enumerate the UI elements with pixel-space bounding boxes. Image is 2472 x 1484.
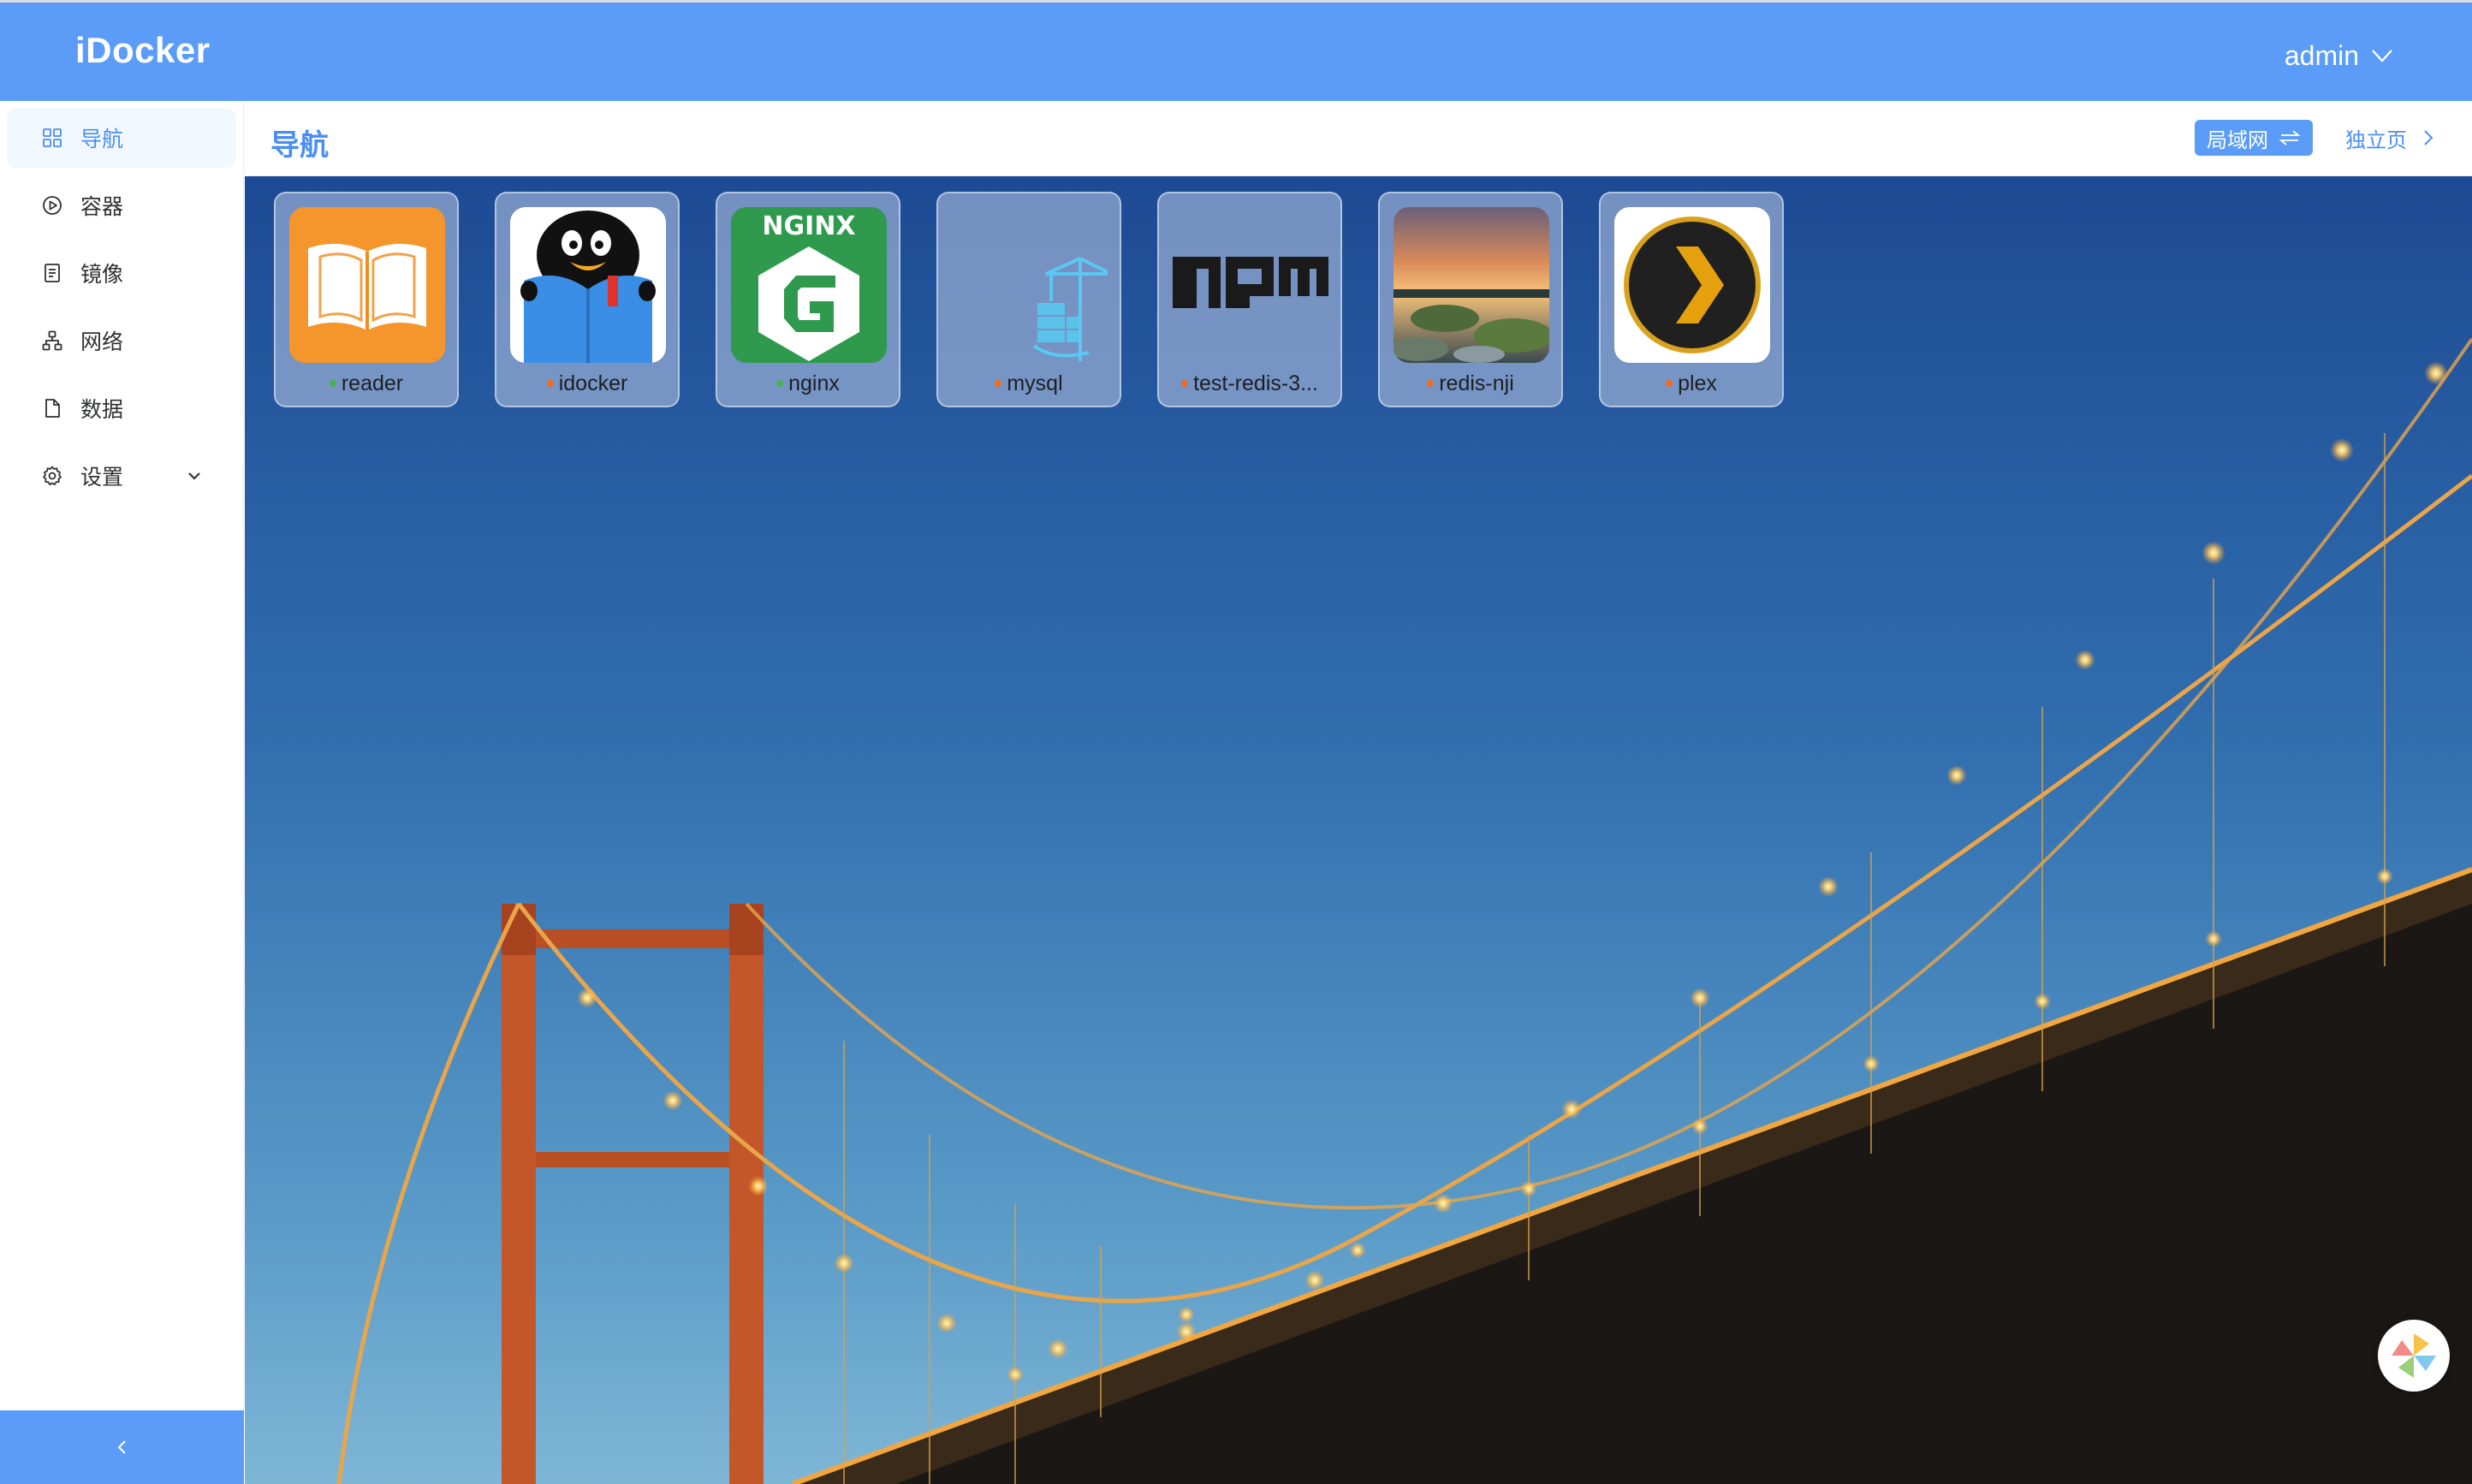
swap-arrows-icon: [2279, 130, 2301, 145]
status-dot: [1427, 380, 1435, 387]
book-icon: [289, 207, 445, 363]
standalone-page-link[interactable]: 独立页: [2345, 120, 2436, 156]
standalone-link-label: 独立页: [2345, 128, 2407, 152]
play-circle-icon: [41, 194, 63, 217]
plex-logo-icon: [1614, 207, 1770, 363]
status-dot: [329, 380, 336, 387]
app-tile-label: mysql: [938, 368, 1120, 399]
sidebar-item-label: 导航: [80, 128, 124, 151]
sidebar-item-settings[interactable]: 设置: [7, 446, 236, 506]
sidebar: 导航 容器 镜像 网络 数据 设置: [0, 101, 244, 1484]
chevron-left-icon: [117, 1440, 126, 1454]
app-name: test-redis-3...: [1193, 371, 1318, 395]
status-dot: [546, 380, 554, 387]
app-name: reader: [341, 371, 404, 395]
user-menu[interactable]: admin: [2285, 35, 2395, 76]
app-name: mysql: [1007, 371, 1063, 395]
app-tile-label: plex: [1601, 368, 1782, 399]
app-tile-nginx[interactable]: NGINX nginx: [716, 192, 900, 407]
app-name: plex: [1678, 371, 1717, 395]
penguin-reading-icon: [510, 207, 666, 363]
svg-text:NGINX: NGINX: [762, 211, 855, 241]
status-dot: [995, 380, 1002, 387]
chevron-down-icon: [2372, 50, 2392, 62]
gear-icon: [41, 465, 63, 487]
app-tile-label: nginx: [717, 368, 899, 399]
sidebar-item-images[interactable]: 镜像: [7, 243, 236, 303]
app-tile-grid: reader idocker NGINX nginx mysql test-re…: [274, 192, 1784, 407]
page-header: 导航 局域网 独立页: [245, 101, 2472, 176]
status-dot: [776, 380, 784, 387]
document-list-icon: [41, 262, 63, 284]
sidebar-item-navigation[interactable]: 导航: [7, 108, 236, 168]
user-name: admin: [2284, 39, 2359, 71]
app-tile-label: redis-nji: [1380, 368, 1561, 399]
sidebar-item-label: 数据: [80, 398, 124, 422]
app-tile-reader[interactable]: reader: [274, 192, 459, 407]
app-tile-test-redis[interactable]: test-redis-3...: [1157, 192, 1342, 407]
app-tile-label: idocker: [496, 368, 678, 399]
sidebar-item-label: 网络: [80, 330, 124, 354]
floating-action-button[interactable]: [2378, 1320, 2450, 1392]
chevron-right-icon: [2424, 130, 2433, 145]
sidebar-item-label: 设置: [80, 466, 124, 490]
app-tile-label: test-redis-3...: [1159, 368, 1340, 399]
sidebar-item-data[interactable]: 数据: [7, 378, 236, 438]
app-tile-redis-nji[interactable]: redis-nji: [1378, 192, 1563, 407]
nginx-logo-icon: NGINX: [731, 207, 887, 363]
chevron-down-icon: [188, 472, 200, 480]
status-dot: [1666, 380, 1673, 387]
page-title: 导航: [270, 129, 329, 162]
app-name: idocker: [558, 371, 628, 395]
app-tile-plex[interactable]: plex: [1599, 192, 1784, 407]
lan-toggle-button[interactable]: 局域网: [2195, 120, 2313, 156]
sidebar-collapse-button[interactable]: [0, 1410, 244, 1484]
lan-button-label: 局域网: [2207, 128, 2268, 152]
navigation-dashboard: reader idocker NGINX nginx mysql test-re…: [245, 176, 2472, 1484]
npm-logo-icon: [1173, 207, 1328, 363]
app-tile-label: reader: [276, 368, 457, 399]
sidebar-item-network[interactable]: 网络: [7, 311, 236, 371]
app-tile-idocker[interactable]: idocker: [495, 192, 680, 407]
app-logo[interactable]: iDocker: [75, 30, 211, 71]
container-crane-icon: [952, 207, 1108, 363]
pinwheel-icon: [2392, 1333, 2436, 1378]
network-icon: [41, 329, 63, 352]
sidebar-item-containers[interactable]: 容器: [7, 175, 236, 235]
sidebar-item-label: 镜像: [80, 263, 124, 287]
sunset-photo-icon: [1393, 207, 1549, 363]
file-icon: [41, 397, 63, 419]
app-name: nginx: [788, 371, 840, 395]
app-tile-mysql[interactable]: mysql: [936, 192, 1121, 407]
sidebar-item-label: 容器: [80, 195, 124, 219]
top-header: iDocker admin: [0, 0, 2472, 101]
status-dot: [1181, 380, 1189, 387]
sidebar-menu: 导航 容器 镜像 网络 数据 设置: [0, 101, 243, 506]
app-name: redis-nji: [1439, 371, 1514, 395]
grid-icon: [41, 127, 63, 149]
